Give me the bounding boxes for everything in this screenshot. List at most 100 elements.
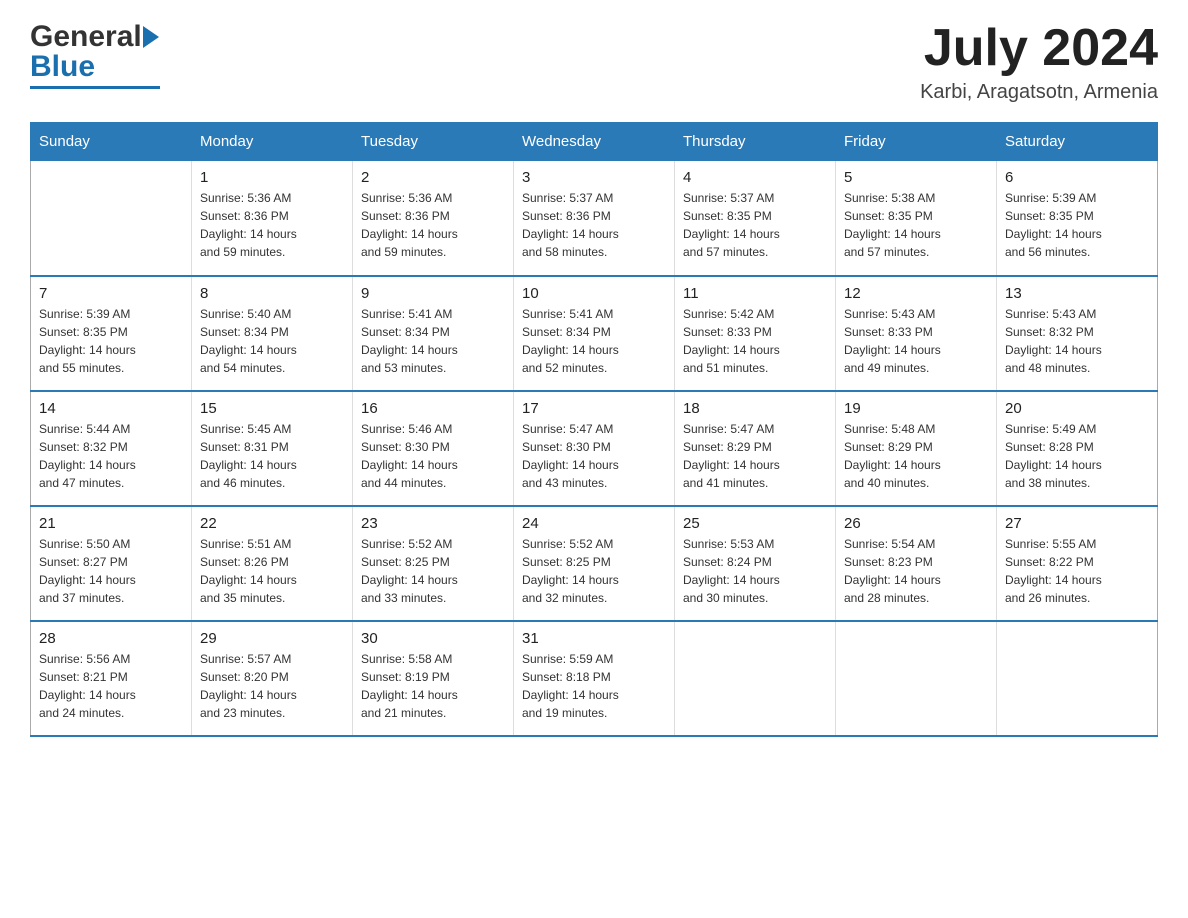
day-number: 1 [200,169,344,186]
day-number: 20 [1005,400,1149,417]
calendar-cell: 5 Sunrise: 5:38 AMSunset: 8:35 PMDaylight… [836,161,997,276]
day-number: 13 [1005,285,1149,302]
day-info: Sunrise: 5:37 AMSunset: 8:35 PMDaylight:… [683,189,827,261]
calendar-cell: 22 Sunrise: 5:51 AMSunset: 8:26 PMDayligh… [192,506,353,621]
calendar-cell: 2 Sunrise: 5:36 AMSunset: 8:36 PMDaylight… [353,161,514,276]
day-number: 12 [844,285,988,302]
calendar-cell: 10 Sunrise: 5:41 AMSunset: 8:34 PMDayligh… [514,276,675,391]
calendar-cell: 19 Sunrise: 5:48 AMSunset: 8:29 PMDayligh… [836,391,997,506]
header-wednesday: Wednesday [514,123,675,161]
day-number: 6 [1005,169,1149,186]
day-number: 23 [361,515,505,532]
day-info: Sunrise: 5:57 AMSunset: 8:20 PMDaylight:… [200,650,344,722]
day-info: Sunrise: 5:51 AMSunset: 8:26 PMDaylight:… [200,535,344,607]
day-info: Sunrise: 5:53 AMSunset: 8:24 PMDaylight:… [683,535,827,607]
logo-divider [30,86,160,89]
day-number: 25 [683,515,827,532]
day-info: Sunrise: 5:52 AMSunset: 8:25 PMDaylight:… [361,535,505,607]
calendar-cell: 7Sunrise: 5:39 AMSunset: 8:35 PMDaylight… [31,276,192,391]
day-info: Sunrise: 5:52 AMSunset: 8:25 PMDaylight:… [522,535,666,607]
calendar-cell: 30 Sunrise: 5:58 AMSunset: 8:19 PMDayligh… [353,621,514,736]
day-info: Sunrise: 5:41 AMSunset: 8:34 PMDaylight:… [522,305,666,377]
month-title: July 2024 [920,20,1158,77]
logo-general: General [30,20,142,54]
calendar-cell: 15 Sunrise: 5:45 AMSunset: 8:31 PMDayligh… [192,391,353,506]
day-number: 27 [1005,515,1149,532]
day-info: Sunrise: 5:36 AMSunset: 8:36 PMDaylight:… [361,189,505,261]
calendar-cell [836,621,997,736]
header-thursday: Thursday [675,123,836,161]
day-number: 2 [361,169,505,186]
header-saturday: Saturday [997,123,1158,161]
calendar-cell: 17Sunrise: 5:47 AMSunset: 8:30 PMDayligh… [514,391,675,506]
day-number: 9 [361,285,505,302]
calendar-cell: 3 Sunrise: 5:37 AMSunset: 8:36 PMDaylight… [514,161,675,276]
day-number: 31 [522,630,666,647]
day-number: 30 [361,630,505,647]
calendar-cell: 6 Sunrise: 5:39 AMSunset: 8:35 PMDaylight… [997,161,1158,276]
title-area: July 2024 Karbi, Aragatsotn, Armenia [920,20,1158,104]
calendar-week-2: 7Sunrise: 5:39 AMSunset: 8:35 PMDaylight… [31,276,1158,391]
day-number: 15 [200,400,344,417]
calendar-cell: 1 Sunrise: 5:36 AMSunset: 8:36 PMDaylight… [192,161,353,276]
day-info: Sunrise: 5:50 AMSunset: 8:27 PMDaylight:… [39,535,183,607]
day-info: Sunrise: 5:45 AMSunset: 8:31 PMDaylight:… [200,420,344,492]
calendar-cell [675,621,836,736]
calendar-week-1: 1 Sunrise: 5:36 AMSunset: 8:36 PMDaylight… [31,161,1158,276]
calendar-cell: 25 Sunrise: 5:53 AMSunset: 8:24 PMDayligh… [675,506,836,621]
calendar-week-5: 28Sunrise: 5:56 AMSunset: 8:21 PMDayligh… [31,621,1158,736]
calendar-cell: 8Sunrise: 5:40 AMSunset: 8:34 PMDaylight… [192,276,353,391]
calendar-cell: 24 Sunrise: 5:52 AMSunset: 8:25 PMDayligh… [514,506,675,621]
day-number: 8 [200,285,344,302]
calendar-cell: 11 Sunrise: 5:42 AMSunset: 8:33 PMDayligh… [675,276,836,391]
day-number: 24 [522,515,666,532]
day-number: 3 [522,169,666,186]
day-info: Sunrise: 5:41 AMSunset: 8:34 PMDaylight:… [361,305,505,377]
day-number: 19 [844,400,988,417]
day-number: 4 [683,169,827,186]
calendar-cell: 23 Sunrise: 5:52 AMSunset: 8:25 PMDayligh… [353,506,514,621]
calendar-cell: 26Sunrise: 5:54 AMSunset: 8:23 PMDayligh… [836,506,997,621]
calendar-header-row: SundayMondayTuesdayWednesdayThursdayFrid… [31,123,1158,161]
day-info: Sunrise: 5:42 AMSunset: 8:33 PMDaylight:… [683,305,827,377]
calendar-cell: 4 Sunrise: 5:37 AMSunset: 8:35 PMDaylight… [675,161,836,276]
calendar-cell: 21 Sunrise: 5:50 AMSunset: 8:27 PMDayligh… [31,506,192,621]
calendar-cell: 16Sunrise: 5:46 AMSunset: 8:30 PMDayligh… [353,391,514,506]
day-info: Sunrise: 5:44 AMSunset: 8:32 PMDaylight:… [39,420,183,492]
day-info: Sunrise: 5:43 AMSunset: 8:33 PMDaylight:… [844,305,988,377]
calendar-cell: 29Sunrise: 5:57 AMSunset: 8:20 PMDayligh… [192,621,353,736]
calendar-cell: 18 Sunrise: 5:47 AMSunset: 8:29 PMDayligh… [675,391,836,506]
calendar-cell [997,621,1158,736]
header-tuesday: Tuesday [353,123,514,161]
header-sunday: Sunday [31,123,192,161]
day-number: 22 [200,515,344,532]
calendar-table: SundayMondayTuesdayWednesdayThursdayFrid… [30,122,1158,737]
day-info: Sunrise: 5:58 AMSunset: 8:19 PMDaylight:… [361,650,505,722]
day-info: Sunrise: 5:47 AMSunset: 8:30 PMDaylight:… [522,420,666,492]
page-header: General Blue July 2024 Karbi, Aragatsotn… [30,20,1158,104]
day-number: 10 [522,285,666,302]
calendar-cell: 27Sunrise: 5:55 AMSunset: 8:22 PMDayligh… [997,506,1158,621]
day-number: 5 [844,169,988,186]
calendar-cell: 13 Sunrise: 5:43 AMSunset: 8:32 PMDayligh… [997,276,1158,391]
calendar-week-3: 14Sunrise: 5:44 AMSunset: 8:32 PMDayligh… [31,391,1158,506]
calendar-cell: 28Sunrise: 5:56 AMSunset: 8:21 PMDayligh… [31,621,192,736]
day-info: Sunrise: 5:38 AMSunset: 8:35 PMDaylight:… [844,189,988,261]
day-info: Sunrise: 5:48 AMSunset: 8:29 PMDaylight:… [844,420,988,492]
day-number: 21 [39,515,183,532]
day-info: Sunrise: 5:39 AMSunset: 8:35 PMDaylight:… [39,305,183,377]
day-info: Sunrise: 5:39 AMSunset: 8:35 PMDaylight:… [1005,189,1149,261]
day-number: 18 [683,400,827,417]
day-info: Sunrise: 5:43 AMSunset: 8:32 PMDaylight:… [1005,305,1149,377]
calendar-cell: 14Sunrise: 5:44 AMSunset: 8:32 PMDayligh… [31,391,192,506]
header-friday: Friday [836,123,997,161]
day-number: 11 [683,285,827,302]
logo-flag-icon [143,24,163,50]
day-info: Sunrise: 5:37 AMSunset: 8:36 PMDaylight:… [522,189,666,261]
day-info: Sunrise: 5:59 AMSunset: 8:18 PMDaylight:… [522,650,666,722]
day-info: Sunrise: 5:47 AMSunset: 8:29 PMDaylight:… [683,420,827,492]
calendar-cell: 9 Sunrise: 5:41 AMSunset: 8:34 PMDaylight… [353,276,514,391]
day-info: Sunrise: 5:36 AMSunset: 8:36 PMDaylight:… [200,189,344,261]
header-monday: Monday [192,123,353,161]
calendar-cell: 20Sunrise: 5:49 AMSunset: 8:28 PMDayligh… [997,391,1158,506]
